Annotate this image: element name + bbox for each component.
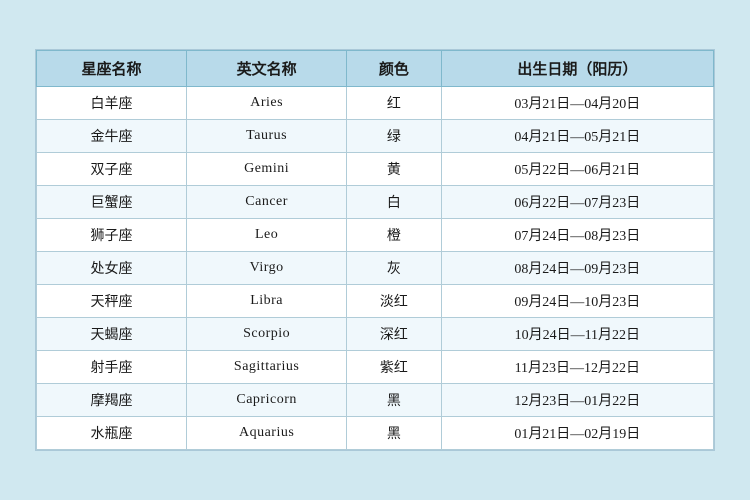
- zodiac-date: 08月24日—09月23日: [441, 252, 713, 285]
- zodiac-date: 04月21日—05月21日: [441, 120, 713, 153]
- zodiac-en-name: Aquarius: [187, 417, 347, 450]
- zodiac-color: 橙: [347, 219, 442, 252]
- zodiac-color: 黑: [347, 384, 442, 417]
- table-row: 双子座Gemini黄05月22日—06月21日: [37, 153, 714, 186]
- table-row: 水瓶座Aquarius黑01月21日—02月19日: [37, 417, 714, 450]
- zodiac-color: 深红: [347, 318, 442, 351]
- table-row: 射手座Sagittarius紫红11月23日—12月22日: [37, 351, 714, 384]
- zodiac-cn-name: 白羊座: [37, 87, 187, 120]
- table-header-cell: 出生日期（阳历）: [441, 51, 713, 87]
- zodiac-date: 12月23日—01月22日: [441, 384, 713, 417]
- zodiac-cn-name: 金牛座: [37, 120, 187, 153]
- zodiac-en-name: Gemini: [187, 153, 347, 186]
- table-row: 金牛座Taurus绿04月21日—05月21日: [37, 120, 714, 153]
- zodiac-table: 星座名称英文名称颜色出生日期（阳历） 白羊座Aries红03月21日—04月20…: [36, 50, 714, 450]
- zodiac-date: 07月24日—08月23日: [441, 219, 713, 252]
- table-header-cell: 星座名称: [37, 51, 187, 87]
- zodiac-en-name: Capricorn: [187, 384, 347, 417]
- zodiac-color: 淡红: [347, 285, 442, 318]
- zodiac-date: 11月23日—12月22日: [441, 351, 713, 384]
- zodiac-color: 白: [347, 186, 442, 219]
- zodiac-color: 红: [347, 87, 442, 120]
- zodiac-cn-name: 射手座: [37, 351, 187, 384]
- zodiac-en-name: Cancer: [187, 186, 347, 219]
- table-row: 白羊座Aries红03月21日—04月20日: [37, 87, 714, 120]
- zodiac-en-name: Scorpio: [187, 318, 347, 351]
- zodiac-en-name: Libra: [187, 285, 347, 318]
- table-row: 天蝎座Scorpio深红10月24日—11月22日: [37, 318, 714, 351]
- zodiac-en-name: Aries: [187, 87, 347, 120]
- zodiac-cn-name: 巨蟹座: [37, 186, 187, 219]
- zodiac-color: 黄: [347, 153, 442, 186]
- table-row: 巨蟹座Cancer白06月22日—07月23日: [37, 186, 714, 219]
- zodiac-cn-name: 处女座: [37, 252, 187, 285]
- zodiac-cn-name: 天蝎座: [37, 318, 187, 351]
- table-header-cell: 英文名称: [187, 51, 347, 87]
- zodiac-date: 10月24日—11月22日: [441, 318, 713, 351]
- zodiac-color: 灰: [347, 252, 442, 285]
- zodiac-en-name: Sagittarius: [187, 351, 347, 384]
- zodiac-cn-name: 狮子座: [37, 219, 187, 252]
- zodiac-date: 03月21日—04月20日: [441, 87, 713, 120]
- zodiac-color: 紫红: [347, 351, 442, 384]
- zodiac-en-name: Taurus: [187, 120, 347, 153]
- table-row: 天秤座Libra淡红09月24日—10月23日: [37, 285, 714, 318]
- zodiac-en-name: Leo: [187, 219, 347, 252]
- zodiac-en-name: Virgo: [187, 252, 347, 285]
- table-header-cell: 颜色: [347, 51, 442, 87]
- table-header-row: 星座名称英文名称颜色出生日期（阳历）: [37, 51, 714, 87]
- zodiac-cn-name: 摩羯座: [37, 384, 187, 417]
- zodiac-table-container: 星座名称英文名称颜色出生日期（阳历） 白羊座Aries红03月21日—04月20…: [35, 49, 715, 451]
- table-row: 处女座Virgo灰08月24日—09月23日: [37, 252, 714, 285]
- zodiac-cn-name: 天秤座: [37, 285, 187, 318]
- table-row: 狮子座Leo橙07月24日—08月23日: [37, 219, 714, 252]
- zodiac-date: 09月24日—10月23日: [441, 285, 713, 318]
- zodiac-cn-name: 水瓶座: [37, 417, 187, 450]
- zodiac-date: 06月22日—07月23日: [441, 186, 713, 219]
- zodiac-cn-name: 双子座: [37, 153, 187, 186]
- zodiac-color: 黑: [347, 417, 442, 450]
- zodiac-color: 绿: [347, 120, 442, 153]
- zodiac-date: 05月22日—06月21日: [441, 153, 713, 186]
- table-row: 摩羯座Capricorn黑12月23日—01月22日: [37, 384, 714, 417]
- zodiac-date: 01月21日—02月19日: [441, 417, 713, 450]
